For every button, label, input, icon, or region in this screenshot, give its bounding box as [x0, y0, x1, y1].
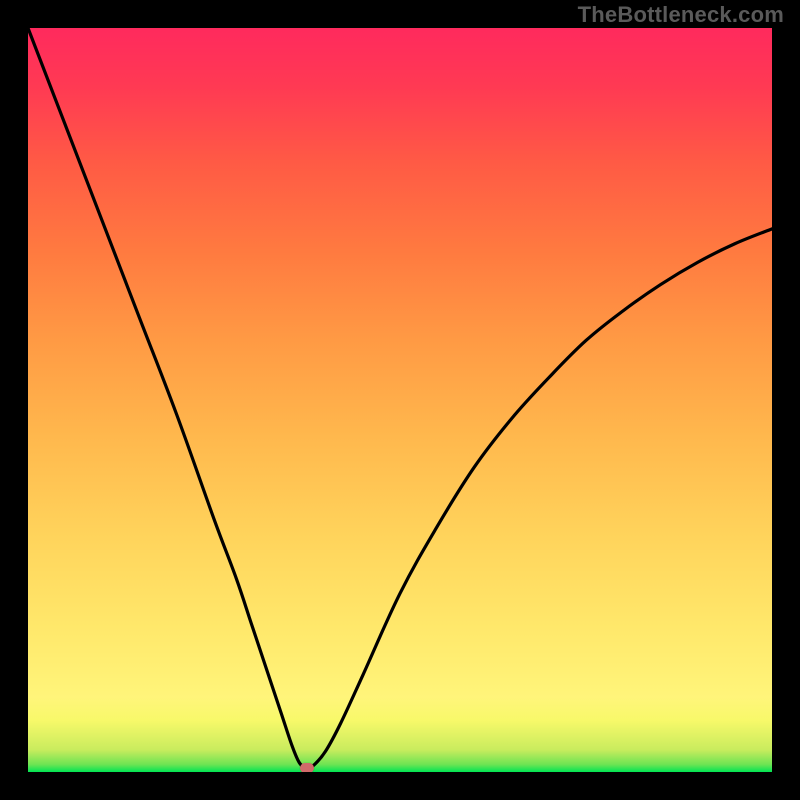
optimum-marker: [300, 763, 314, 772]
chart-frame: TheBottleneck.com: [0, 0, 800, 800]
curve-svg: [28, 28, 772, 772]
bottleneck-curve: [28, 28, 772, 768]
watermark-text: TheBottleneck.com: [578, 2, 784, 28]
plot-area: [28, 28, 772, 772]
